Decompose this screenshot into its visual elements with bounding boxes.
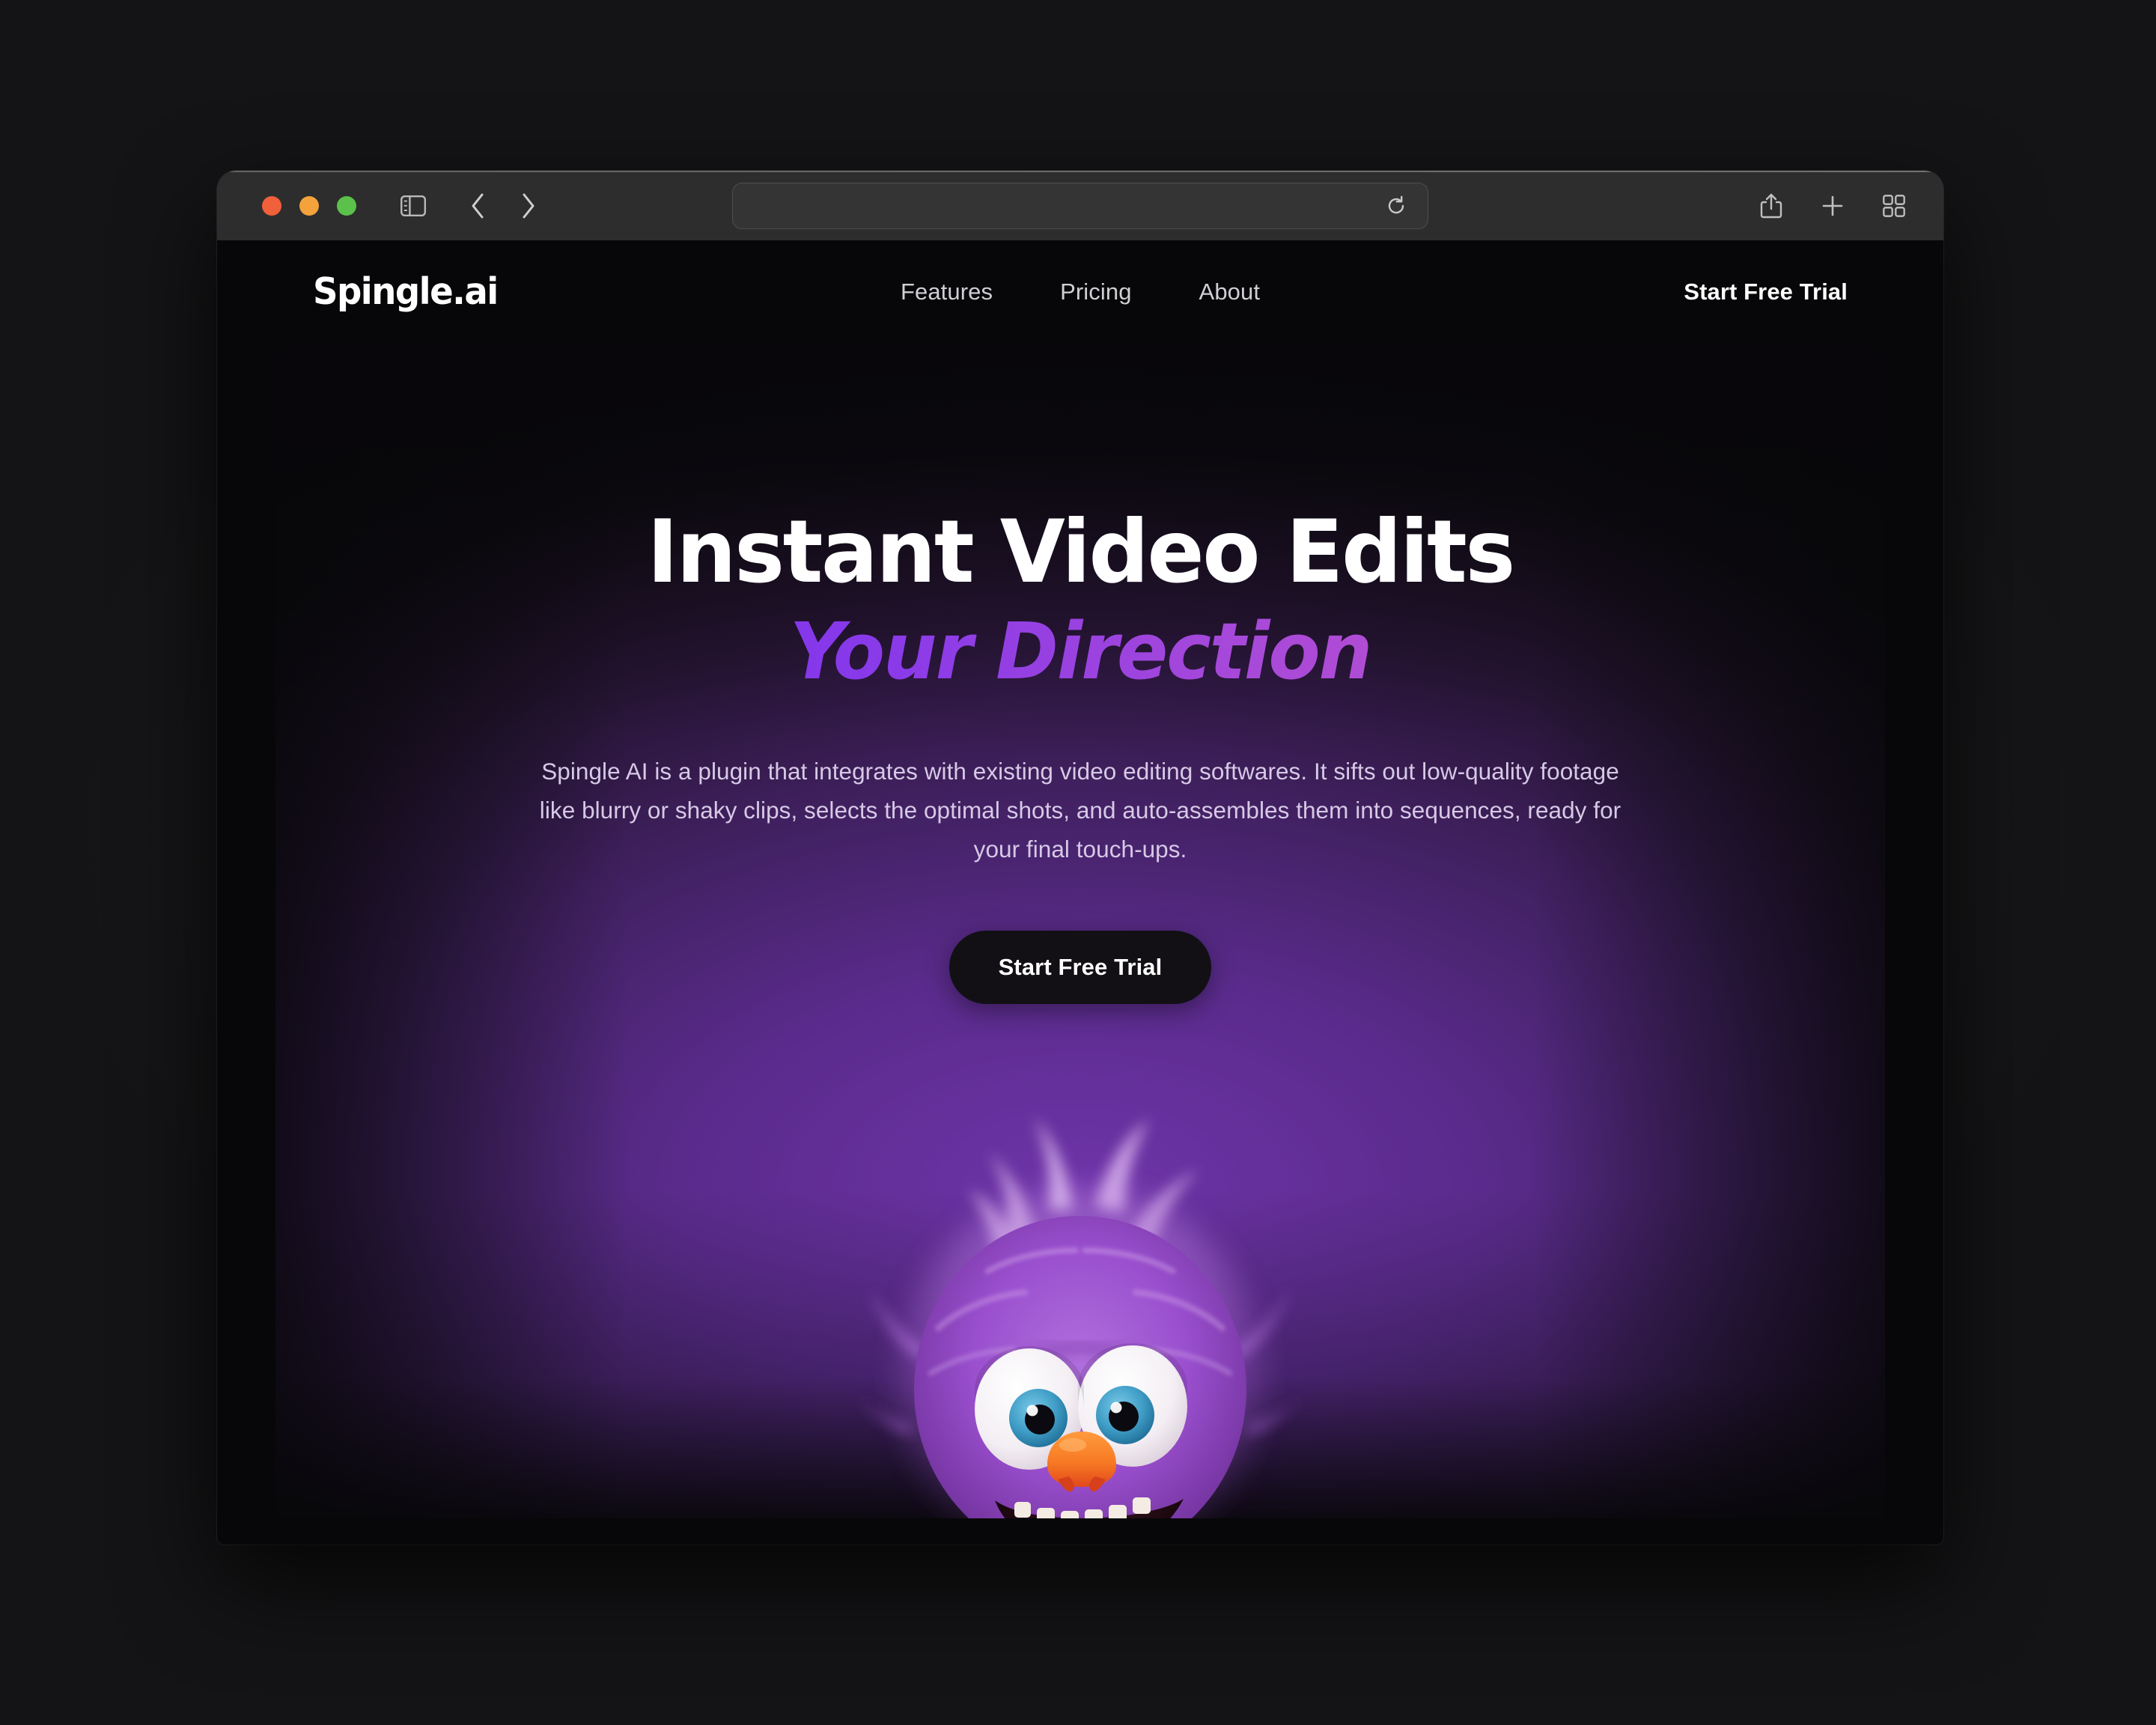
zoom-button[interactable] [337,195,356,216]
site-logo[interactable]: Spingle.ai [313,270,499,313]
tab-overview-icon[interactable] [1875,186,1913,225]
sidebar-icon[interactable] [394,186,433,225]
mascot-monster-illustration [848,1111,1312,1518]
toolbar-actions [1752,186,1913,225]
hero-headline: Instant Video Edits [647,502,1515,603]
address-bar-container [732,182,1428,229]
site-header: Spingle.ai Features Pricing About Start … [217,240,1943,343]
address-bar[interactable] [732,182,1428,229]
browser-toolbar [217,171,1943,240]
nav-item-pricing[interactable]: Pricing [1060,279,1131,305]
close-button[interactable] [262,195,281,216]
header-start-free-trial-link[interactable]: Start Free Trial [1684,279,1848,305]
navigation-arrows [458,186,548,225]
chevron-right-icon[interactable] [509,186,548,225]
window-controls [262,195,356,216]
hero-section: Instant Video Edits Your Direction Sping… [275,343,1885,1518]
primary-navigation: Features Pricing About [901,279,1260,305]
share-icon[interactable] [1752,186,1791,225]
desktop-backdrop: Spingle.ai Features Pricing About Start … [0,0,2156,1725]
nav-item-about[interactable]: About [1199,279,1261,305]
reload-icon[interactable] [1381,191,1411,221]
hero-subheadline: Your Direction [299,610,1861,693]
plus-icon[interactable] [1813,186,1852,225]
address-input[interactable] [749,195,1381,216]
minimize-button[interactable] [299,195,319,216]
hero-description: Spingle AI is a plugin that integrates w… [539,758,1621,863]
page-viewport: Spingle.ai Features Pricing About Start … [217,240,1943,1545]
hero-content: Instant Video Edits Your Direction Sping… [275,343,1885,1005]
nav-item-features[interactable]: Features [901,279,993,305]
browser-window: Spingle.ai Features Pricing About Start … [217,171,1943,1545]
hero-start-free-trial-button[interactable]: Start Free Trial [948,931,1212,1005]
chevron-left-icon[interactable] [458,186,497,225]
